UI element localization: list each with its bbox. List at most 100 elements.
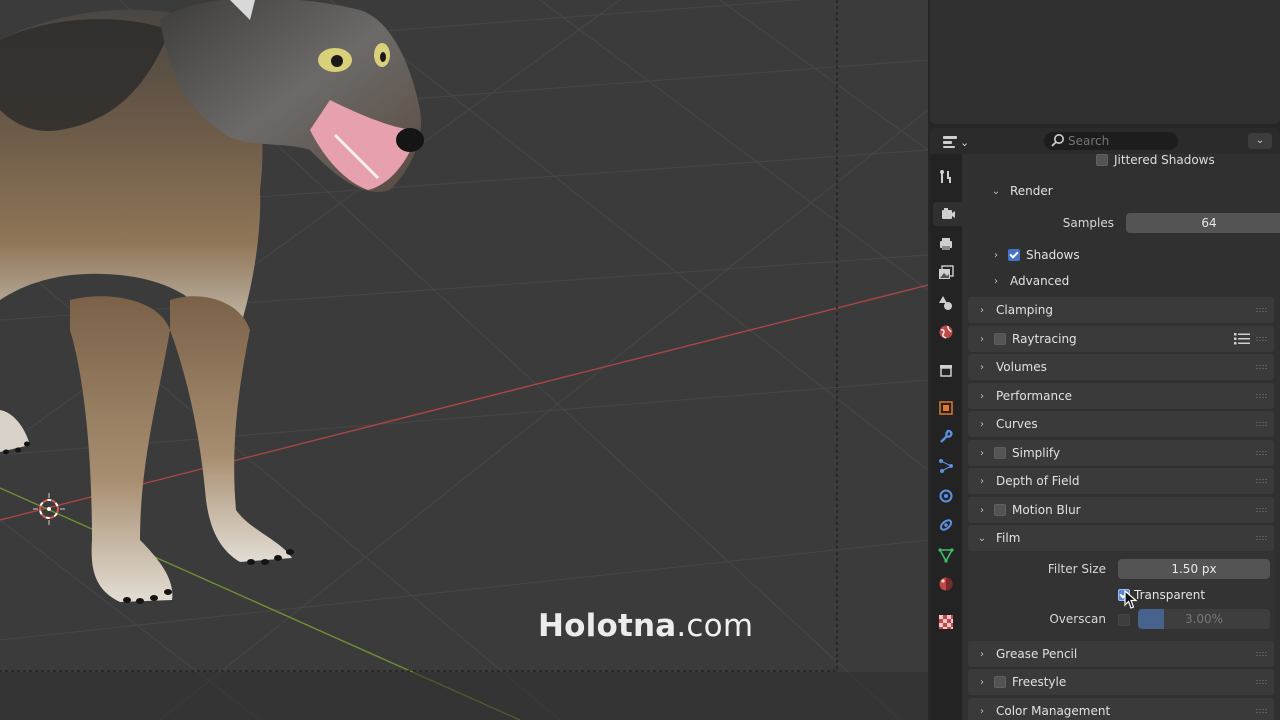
chevron-right-icon: › xyxy=(980,361,984,373)
search-icon xyxy=(1051,134,1064,147)
panel-freestyle-header[interactable]: › Freestyle xyxy=(968,669,1274,695)
object-square-icon xyxy=(939,401,953,415)
drag-grip-icon[interactable] xyxy=(1256,394,1268,398)
film-label: Film xyxy=(996,531,1021,545)
presets-list-icon[interactable] xyxy=(1234,332,1250,346)
drag-grip-icon[interactable] xyxy=(1256,365,1268,369)
camera-back-icon xyxy=(941,208,955,219)
tab-view-layer[interactable] xyxy=(933,261,959,285)
chevron-right-icon: › xyxy=(980,418,984,430)
tab-physics[interactable] xyxy=(933,484,959,508)
tab-scene[interactable] xyxy=(933,291,959,315)
samples-label: Samples xyxy=(1062,216,1114,230)
motion-blur-checkbox[interactable] xyxy=(994,504,1006,516)
tab-particles[interactable] xyxy=(933,454,959,478)
particles-icon xyxy=(939,459,953,473)
drag-grip-icon[interactable] xyxy=(1256,422,1268,426)
chevron-right-icon: › xyxy=(980,676,984,688)
tab-data[interactable] xyxy=(933,543,959,567)
depth-of-field-label: Depth of Field xyxy=(996,474,1080,488)
panel-raytracing-header[interactable]: › Raytracing xyxy=(968,326,1274,352)
shadows-checkbox[interactable] xyxy=(1008,249,1020,261)
chevron-right-icon: › xyxy=(980,390,984,402)
editor-type-button[interactable]: ⌄ xyxy=(942,133,972,151)
curves-label: Curves xyxy=(996,417,1038,431)
tab-output[interactable] xyxy=(933,232,959,256)
mouse-cursor-icon xyxy=(1124,590,1138,609)
drag-grip-icon[interactable] xyxy=(1256,451,1268,455)
chevron-right-icon: › xyxy=(980,475,984,487)
raytracing-checkbox[interactable] xyxy=(994,333,1006,345)
overscan-field[interactable]: 3.00% xyxy=(1138,609,1270,629)
tab-world[interactable] xyxy=(933,320,959,344)
performance-label: Performance xyxy=(996,389,1073,403)
jittered-shadows-checkbox[interactable] xyxy=(1096,154,1108,166)
options-dropdown-button[interactable]: ⌄ xyxy=(1248,133,1272,149)
chevron-right-icon: › xyxy=(994,249,998,261)
panel-color-management-header[interactable]: › Color Management xyxy=(968,698,1274,720)
drag-grip-icon[interactable] xyxy=(1256,536,1268,540)
samples-field[interactable]: 64 xyxy=(1126,213,1280,233)
chevron-right-icon: › xyxy=(980,447,984,459)
outliner-area[interactable] xyxy=(930,0,1280,124)
panel-grease-pencil-header[interactable]: › Grease Pencil xyxy=(968,641,1274,667)
tab-texture[interactable] xyxy=(933,610,959,634)
drag-grip-icon[interactable] xyxy=(1256,337,1268,341)
properties-header: ⌄ ⌄ xyxy=(930,128,1280,154)
chevron-down-icon: ⌄ xyxy=(960,135,970,149)
tab-constraints[interactable] xyxy=(933,513,959,537)
wolf-model xyxy=(0,0,424,604)
tab-tool[interactable] xyxy=(933,165,959,189)
constraint-icon xyxy=(939,519,953,531)
drag-grip-icon[interactable] xyxy=(1256,652,1268,656)
tab-modifiers[interactable] xyxy=(933,425,959,449)
freestyle-label: Freestyle xyxy=(1012,675,1067,689)
tab-render[interactable] xyxy=(933,202,962,226)
search-input[interactable] xyxy=(1068,134,1168,148)
physics-orbit-icon xyxy=(939,489,953,503)
texture-checker-icon xyxy=(939,615,953,629)
overscan-value: 3.00% xyxy=(1184,612,1224,626)
drag-grip-icon[interactable] xyxy=(1256,709,1268,713)
tab-collection[interactable] xyxy=(933,358,959,382)
properties-content[interactable]: Jittered Shadows ⌄ Render Samples 64 › S… xyxy=(962,154,1280,720)
panel-simplify-header[interactable]: › Simplify xyxy=(968,440,1274,466)
shadows-label: Shadows xyxy=(1026,248,1080,262)
chevron-right-icon: › xyxy=(994,275,998,287)
raytracing-label: Raytracing xyxy=(1012,332,1077,346)
jittered-shadows-row[interactable]: Jittered Shadows xyxy=(968,154,1274,169)
tab-object[interactable] xyxy=(933,396,959,420)
drag-grip-icon[interactable] xyxy=(1256,479,1268,483)
filter-size-field[interactable]: 1.50 px xyxy=(1118,559,1270,579)
chevron-right-icon: › xyxy=(980,705,984,717)
drag-grip-icon[interactable] xyxy=(1256,308,1268,312)
panel-volumes-header[interactable]: › Volumes xyxy=(968,354,1274,380)
panel-curves-header[interactable]: › Curves xyxy=(968,411,1274,437)
transparent-label: Transparent xyxy=(1134,588,1206,602)
tab-material[interactable] xyxy=(933,572,959,596)
drag-grip-icon[interactable] xyxy=(1256,680,1268,684)
chevron-right-icon: › xyxy=(980,304,984,316)
panel-clamping-header[interactable]: › Clamping xyxy=(968,297,1274,323)
wrench-screwdriver-icon xyxy=(940,170,951,183)
freestyle-checkbox[interactable] xyxy=(994,676,1006,688)
subpanel-shadows-header[interactable]: › Shadows xyxy=(968,243,1274,267)
panel-performance-header[interactable]: › Performance xyxy=(968,383,1274,409)
color-management-label: Color Management xyxy=(996,704,1111,718)
panel-film-header[interactable]: ⌄ Film xyxy=(968,525,1274,551)
3d-cursor-icon xyxy=(33,493,65,525)
panel-motion-blur-header[interactable]: › Motion Blur xyxy=(968,497,1274,523)
simplify-checkbox[interactable] xyxy=(994,447,1006,459)
search-field[interactable] xyxy=(1044,132,1178,150)
subpanel-render-header[interactable]: ⌄ Render xyxy=(968,179,1274,203)
drag-grip-icon[interactable] xyxy=(1256,508,1268,512)
material-sphere-icon xyxy=(939,577,953,591)
properties-editor: ⌄ ⌄ xyxy=(930,128,1280,720)
panel-depth-of-field-header[interactable]: › Depth of Field xyxy=(968,468,1274,494)
chevron-down-icon: ⌄ xyxy=(977,532,987,544)
chevron-right-icon: › xyxy=(980,333,984,345)
overscan-checkbox[interactable] xyxy=(1118,614,1130,626)
3d-viewport[interactable]: Holotna.com xyxy=(0,0,928,720)
watermark-brand: Holotna xyxy=(538,608,677,644)
subpanel-advanced-header[interactable]: › Advanced xyxy=(968,269,1274,293)
